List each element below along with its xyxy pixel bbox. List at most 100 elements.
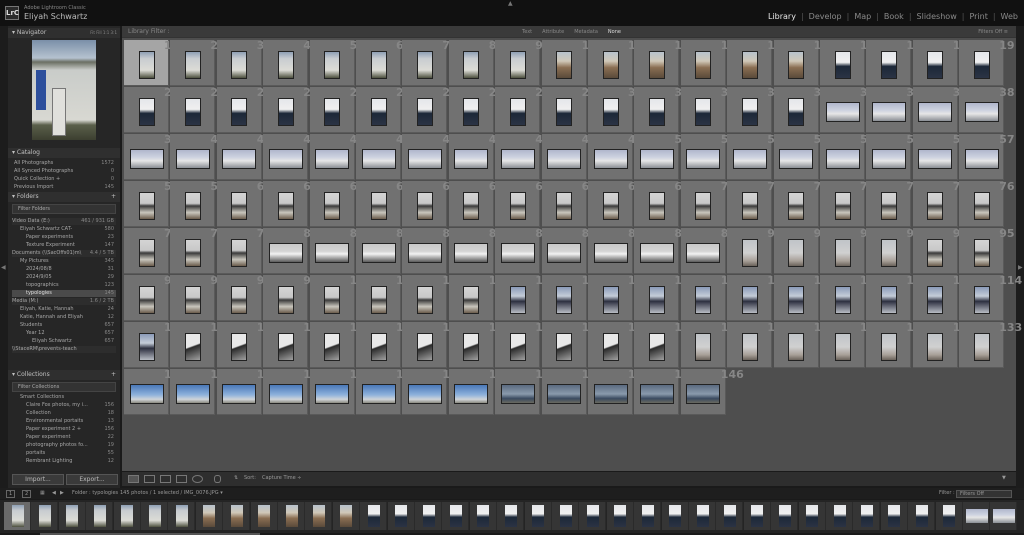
filmstrip-cell[interactable] bbox=[442, 502, 470, 530]
thumbnail-image[interactable] bbox=[825, 102, 860, 122]
grid-cell[interactable]: 53 bbox=[773, 133, 829, 180]
thumbnail-image[interactable] bbox=[315, 384, 350, 404]
grid-cell[interactable]: 112 bbox=[866, 274, 929, 321]
grid-cell[interactable]: 55 bbox=[866, 133, 922, 180]
thumbnail-image[interactable] bbox=[686, 149, 721, 169]
thumbnail-image[interactable] bbox=[138, 333, 155, 361]
collection-item[interactable]: Environmental portaits 13 bbox=[12, 418, 116, 425]
folder-item[interactable]: Students 657 bbox=[12, 322, 116, 329]
thumbnail-image[interactable] bbox=[175, 149, 210, 169]
grid-cell[interactable]: 77 bbox=[124, 227, 179, 274]
folder-item[interactable]: Documents (\\SacOffs01)m\ 4.4 / 5 TB bbox=[12, 250, 116, 257]
thumbnail-image[interactable] bbox=[138, 239, 155, 267]
thumbnail-image[interactable] bbox=[648, 51, 665, 79]
grid-cell[interactable]: 38 bbox=[959, 86, 1015, 133]
grid-cell[interactable]: 99 bbox=[263, 274, 319, 321]
thumbnail-image[interactable] bbox=[184, 98, 201, 126]
grid-cell[interactable]: 129 bbox=[773, 321, 837, 368]
thumbnail-image[interactable] bbox=[361, 149, 396, 169]
grid-cell[interactable]: 127 bbox=[680, 321, 744, 368]
grid-cell[interactable]: 25 bbox=[356, 86, 411, 133]
grid-cell[interactable]: 62 bbox=[309, 180, 365, 227]
module-book[interactable]: Book bbox=[884, 12, 904, 21]
toolbar-menu-icon[interactable]: ▼ bbox=[1002, 475, 1006, 481]
thumbnail-image[interactable] bbox=[834, 333, 851, 361]
grid-cell[interactable]: 69 bbox=[634, 180, 690, 227]
thumbnail-image[interactable] bbox=[927, 286, 944, 314]
catalog-item[interactable]: Previous Import 145 bbox=[12, 184, 116, 191]
thumbnail-image[interactable] bbox=[500, 149, 535, 169]
thumbnail-image[interactable] bbox=[416, 98, 433, 126]
filmstrip-cell[interactable] bbox=[497, 502, 525, 530]
filmstrip-cell[interactable] bbox=[798, 502, 826, 530]
thumbnail-image[interactable] bbox=[927, 192, 944, 220]
add-collection-icon[interactable]: + bbox=[111, 370, 116, 380]
thumbnail-image[interactable] bbox=[454, 243, 489, 263]
filmstrip-thumbnail[interactable] bbox=[11, 505, 24, 527]
thumbnail-image[interactable] bbox=[556, 98, 573, 126]
grid-cell[interactable]: 94 bbox=[912, 227, 968, 274]
grid-cell[interactable]: 133 bbox=[959, 321, 1022, 368]
grid-cell[interactable]: 45 bbox=[402, 133, 458, 180]
grid-cell[interactable]: 144 bbox=[588, 368, 651, 415]
forward-icon[interactable]: ▶ bbox=[60, 490, 64, 496]
grid-cell[interactable]: 40 bbox=[170, 133, 226, 180]
grid-cell[interactable]: 139 bbox=[356, 368, 419, 415]
thumbnail-image[interactable] bbox=[138, 192, 155, 220]
filmstrip-cell[interactable] bbox=[360, 502, 388, 530]
thumbnail-image[interactable] bbox=[175, 384, 210, 404]
grid-cell[interactable]: 5 bbox=[309, 39, 357, 86]
thumbnail-image[interactable] bbox=[648, 98, 665, 126]
thumbnail-image[interactable] bbox=[509, 51, 526, 79]
grid-cell[interactable]: 41 bbox=[216, 133, 272, 180]
grid-cell[interactable]: 100 bbox=[309, 274, 373, 321]
filmstrip-cell[interactable] bbox=[31, 502, 59, 530]
filmstrip-thumbnail[interactable] bbox=[148, 505, 161, 527]
module-library[interactable]: Library bbox=[768, 12, 796, 21]
thumbnail-image[interactable] bbox=[315, 243, 350, 263]
thumbnail-image[interactable] bbox=[184, 239, 201, 267]
thumbnail-image[interactable] bbox=[463, 192, 480, 220]
grid-cell[interactable]: 42 bbox=[263, 133, 319, 180]
grid-cell[interactable]: 63 bbox=[356, 180, 411, 227]
thumbnail-image[interactable] bbox=[686, 384, 721, 404]
grid-cell[interactable]: 33 bbox=[727, 86, 783, 133]
grid-cell[interactable]: 26 bbox=[402, 86, 458, 133]
filmstrip-cell[interactable] bbox=[332, 502, 360, 530]
collapse-left-icon[interactable]: ◀ bbox=[1, 264, 6, 271]
folder-item[interactable]: Eliyah, Katie, Hannah 24 bbox=[12, 306, 116, 313]
filmstrip-cell[interactable] bbox=[387, 502, 415, 530]
folders-header[interactable]: ▾ Folders + bbox=[8, 192, 120, 202]
thumbnail-image[interactable] bbox=[918, 149, 953, 169]
thumbnail-image[interactable] bbox=[361, 384, 396, 404]
grid-cell[interactable]: 30 bbox=[588, 86, 643, 133]
thumbnail-image[interactable] bbox=[880, 286, 897, 314]
grid-cell[interactable]: 14 bbox=[727, 39, 783, 86]
grid-cell[interactable]: 13 bbox=[680, 39, 736, 86]
module-web[interactable]: Web bbox=[1001, 12, 1018, 21]
grid-cell[interactable]: 109 bbox=[727, 274, 790, 321]
thumbnail-image[interactable] bbox=[973, 239, 990, 267]
thumbnail-image[interactable] bbox=[370, 192, 387, 220]
thumbnail-image[interactable] bbox=[509, 286, 526, 314]
thumbnail-image[interactable] bbox=[416, 333, 433, 361]
grid-cell[interactable]: 1 bbox=[124, 39, 172, 86]
grid-cell[interactable]: 135 bbox=[170, 368, 233, 415]
navigator-preview[interactable] bbox=[32, 40, 96, 140]
filter-option-metadata[interactable]: Metadata bbox=[574, 29, 598, 35]
grid-cell[interactable]: 59 bbox=[170, 180, 226, 227]
thumbnail-image[interactable] bbox=[463, 333, 480, 361]
filter-folders-input[interactable]: Filter Folders bbox=[12, 204, 116, 214]
catalog-item[interactable]: Quick Collection + 0 bbox=[12, 176, 116, 183]
filmstrip-cell[interactable] bbox=[86, 502, 114, 530]
folder-item[interactable]: Year 12 657 bbox=[12, 330, 116, 337]
grid-cell[interactable]: 137 bbox=[263, 368, 326, 415]
folder-item[interactable]: Video Data (E:) 461 / 931 GB bbox=[12, 218, 116, 225]
grid-cell[interactable]: 10 bbox=[541, 39, 597, 86]
filter-presets[interactable]: Filters Off ≡ bbox=[978, 29, 1008, 35]
grid-cell[interactable]: 20 bbox=[124, 86, 179, 133]
grid-cell[interactable]: 145 bbox=[634, 368, 697, 415]
sort-value[interactable]: Capture Time ÷ bbox=[262, 475, 302, 481]
grid-cell[interactable]: 118 bbox=[263, 321, 326, 368]
source-folder[interactable]: Folder : typologies bbox=[72, 490, 118, 496]
